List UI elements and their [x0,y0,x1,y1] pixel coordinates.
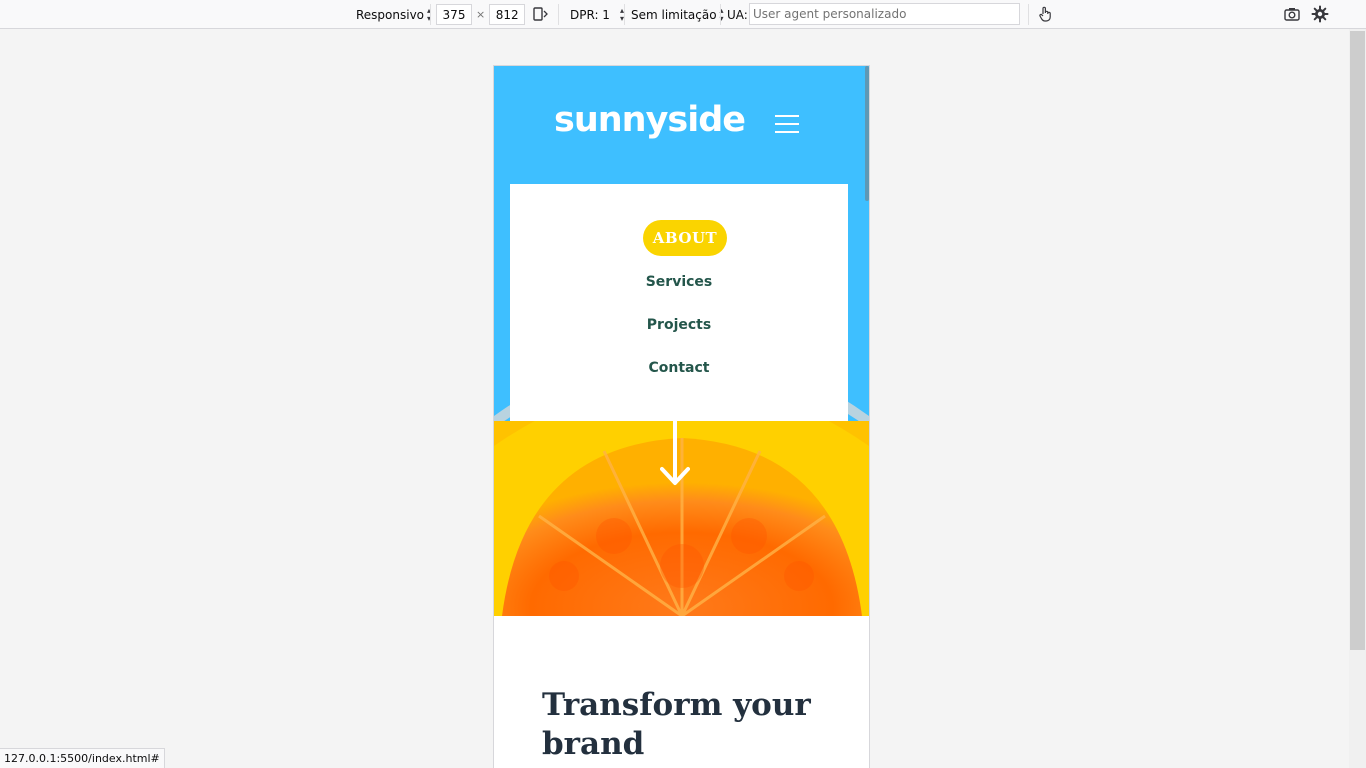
divider [558,4,559,25]
nav-about-button[interactable]: ABOUT [643,220,727,256]
viewport-scrollbar-thumb[interactable] [1350,31,1365,650]
ua-label: UA: [727,7,748,22]
arrow-down-icon [660,421,690,485]
divider [720,4,721,25]
hamburger-menu-icon[interactable] [775,115,799,133]
responsive-toolbar: Responsivo ▴▾ 375 × 812 DPR: 1 ▴▾ Sem li… [0,0,1366,29]
nav-item-services[interactable]: Services [510,274,848,290]
mobile-nav-menu: ABOUT Services Projects Contact [510,184,848,421]
user-agent-input[interactable]: User agent personalizado [749,3,1020,25]
throttling-selector[interactable]: Sem limitação ▴ ▾ [631,0,724,29]
throttling-label: Sem limitação [631,7,717,22]
divider [1028,4,1029,25]
settings-icon[interactable] [1311,5,1329,23]
dpr-label: DPR: 1 [570,7,610,22]
nav-item-contact[interactable]: Contact [510,360,848,376]
rotate-icon[interactable] [531,5,549,23]
status-url: 127.0.0.1:5500/index.html# [0,748,165,768]
touch-icon[interactable] [1036,5,1054,23]
divider [430,4,431,25]
device-scrollbar-thumb[interactable] [865,66,869,201]
screenshot-icon[interactable] [1283,5,1301,23]
divider [624,4,625,25]
device-viewport: sunnyside ABOUT Services Projects Contac… [493,65,870,768]
device-selector[interactable]: Responsivo ▴▾ [356,0,431,29]
device-selector-label: Responsivo [356,7,425,22]
section-headline: Transform your brand [542,687,811,762]
width-input[interactable]: 375 [436,4,472,25]
viewport-size: 375 × 812 [436,0,526,29]
site-logo[interactable]: sunnyside [554,100,746,140]
nav-item-projects[interactable]: Projects [510,317,848,333]
times-sign: × [476,8,486,21]
hero-section: sunnyside ABOUT Services Projects Contac… [494,66,869,616]
dpr-selector[interactable]: DPR: 1 ▴ ▾ [570,0,624,29]
height-input[interactable]: 812 [489,4,526,25]
